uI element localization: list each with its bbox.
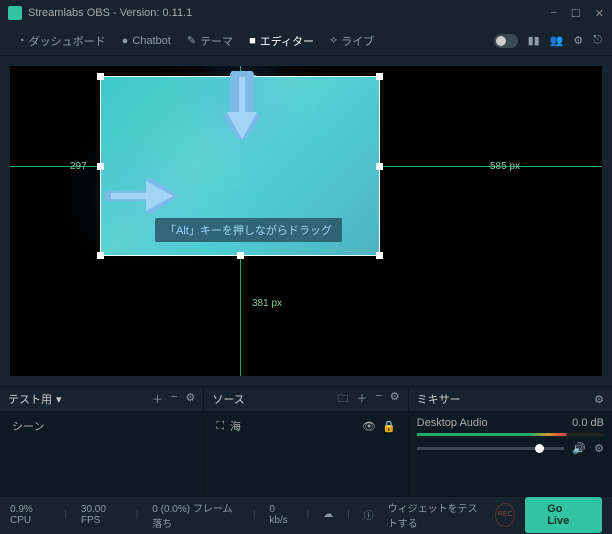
scenes-title: テスト用	[8, 391, 52, 407]
record-button[interactable]: REC	[495, 503, 515, 527]
sources-title: ソース	[212, 391, 244, 407]
channel-settings-icon[interactable]: ⚙	[594, 442, 604, 455]
nav-right-controls: ▮▮ 👥 ⚙ ⎋	[494, 34, 602, 48]
resize-handle-bl[interactable]	[97, 252, 104, 259]
channel-level: 0.0 dB	[572, 417, 604, 429]
tutorial-arrow-right-icon	[105, 179, 181, 216]
themes-icon: ✎	[187, 34, 196, 47]
cloud-icon[interactable]: ☁	[323, 509, 333, 520]
image-source-icon: ⛶	[216, 420, 224, 433]
status-bar: 0.9% CPU| 30.00 FPS| 0 (0.0%) フレーム落ち| 0 …	[0, 496, 612, 532]
dropped-frames-status: 0 (0.0%) フレーム落ち	[152, 500, 239, 530]
resize-handle-tl[interactable]	[97, 73, 104, 80]
scenes-panel: テスト用 ▾ ＋ − ⚙ シーン	[0, 387, 204, 496]
chatbot-icon: ●	[122, 35, 129, 47]
close-icon[interactable]: ✕	[595, 7, 604, 20]
nav-live[interactable]: ⟡ ライブ	[322, 33, 382, 49]
scene-settings-icon[interactable]: ⚙	[185, 391, 195, 407]
nav-editor[interactable]: ■ エディター	[241, 33, 322, 49]
volume-slider[interactable]	[417, 447, 565, 450]
window-title: Streamlabs OBS - Version: 0.11.1	[28, 7, 192, 19]
scenes-header: テスト用 ▾ ＋ − ⚙	[0, 387, 203, 411]
sources-header: ソース 🗀 ＋ − ⚙	[204, 387, 407, 411]
live-icon: ⟡	[330, 34, 337, 47]
volume-meter	[417, 433, 604, 436]
mixer-panel: ミキサー ⚙ Desktop Audio 0.0 dB 🔊 ⚙	[409, 387, 612, 496]
mixer-settings-icon[interactable]: ⚙	[594, 393, 604, 406]
lock-icon[interactable]: 🔒	[382, 420, 396, 433]
scene-add-icon[interactable]: ＋	[152, 391, 163, 407]
dashboard-icon: ◔	[18, 35, 25, 47]
resize-handle-br[interactable]	[376, 252, 383, 259]
nav-themes[interactable]: ✎ テーマ	[179, 33, 241, 49]
mute-icon[interactable]: 🔊	[572, 442, 586, 455]
resize-handle-r[interactable]	[376, 163, 383, 170]
mixer-title: ミキサー	[417, 391, 461, 407]
mixer-header: ミキサー ⚙	[409, 387, 612, 411]
tutorial-instruction: 「Alt」キーを押しながらドラッグ	[155, 218, 342, 242]
volume-slider-thumb[interactable]	[535, 444, 544, 453]
guide-vertical	[240, 256, 241, 376]
window-controls: − ☐ ✕	[550, 7, 604, 20]
preview-canvas[interactable]: 9 px 297 585 px 381 px 「Alt」キーを押しながらドラッグ	[10, 66, 602, 376]
bitrate-status: 0 kb/s	[269, 504, 292, 526]
cpu-status: 0.9% CPU	[10, 504, 50, 526]
scene-name: シーン	[12, 418, 44, 434]
guide-label-bottom: 381 px	[252, 298, 282, 309]
logout-icon[interactable]: ⎋	[593, 34, 602, 47]
sources-list: ⛶ 海 👁 🔒	[204, 411, 407, 496]
source-settings-icon[interactable]: ⚙	[390, 390, 400, 409]
nav-label: ライブ	[341, 33, 374, 49]
scenes-list: シーン	[0, 411, 203, 496]
minimize-icon[interactable]: −	[550, 7, 556, 20]
test-widget-link[interactable]: ウィジェットをテストする	[388, 500, 486, 530]
editor-area: 9 px 297 585 px 381 px 「Alt」キーを押しながらドラッグ	[0, 56, 612, 386]
info-icon[interactable]: ⓘ	[364, 507, 374, 522]
resize-handle-l[interactable]	[97, 163, 104, 170]
sources-panel: ソース 🗀 ＋ − ⚙ ⛶ 海 👁 🔒	[204, 387, 408, 496]
source-item[interactable]: ⛶ 海 👁 🔒	[212, 415, 399, 437]
go-live-button[interactable]: Go Live	[525, 497, 602, 533]
nav-label: テーマ	[200, 33, 233, 49]
scene-remove-icon[interactable]: −	[171, 391, 177, 407]
scene-item[interactable]: シーン	[8, 415, 195, 437]
folder-icon[interactable]: 🗀	[337, 390, 348, 409]
nav-dashboard[interactable]: ◔ ダッシュボード	[10, 33, 114, 49]
bottom-panels: テスト用 ▾ ＋ − ⚙ シーン ソース 🗀 ＋ − ⚙	[0, 386, 612, 496]
source-remove-icon[interactable]: −	[375, 390, 381, 409]
chevron-down-icon[interactable]: ▾	[56, 393, 62, 406]
resize-handle-tr[interactable]	[376, 73, 383, 80]
mixer-body: Desktop Audio 0.0 dB 🔊 ⚙	[409, 411, 612, 496]
titlebar: Streamlabs OBS - Version: 0.11.1 − ☐ ✕	[0, 0, 612, 26]
channel-name: Desktop Audio	[417, 417, 488, 429]
guide-label-right: 585 px	[490, 161, 520, 172]
nav-label: ダッシュボード	[29, 33, 106, 49]
main-nav: ◔ ダッシュボード ● Chatbot ✎ テーマ ■ エディター ⟡ ライブ …	[0, 26, 612, 56]
nav-chatbot[interactable]: ● Chatbot	[114, 35, 179, 47]
theme-toggle[interactable]	[494, 34, 518, 48]
nav-label: エディター	[260, 33, 314, 49]
volume-slider-row: 🔊 ⚙	[417, 442, 604, 454]
nav-label: Chatbot	[132, 35, 171, 47]
fps-status: 30.00 FPS	[81, 504, 122, 526]
app-logo-icon	[8, 6, 22, 20]
resize-handle-b[interactable]	[237, 252, 244, 259]
source-add-icon[interactable]: ＋	[356, 390, 367, 409]
help-icon[interactable]: ▮▮	[528, 34, 540, 47]
mixer-channel: Desktop Audio 0.0 dB	[417, 415, 604, 431]
source-name: 海	[230, 418, 241, 434]
tutorial-arrow-down-icon	[225, 71, 259, 150]
visibility-icon[interactable]: 👁	[362, 420, 376, 433]
editor-icon: ■	[249, 35, 256, 47]
settings-icon[interactable]: ⚙	[573, 34, 583, 47]
guide-label-left: 297	[70, 161, 87, 172]
maximize-icon[interactable]: ☐	[571, 7, 581, 20]
discord-icon[interactable]: 👥	[550, 34, 564, 47]
